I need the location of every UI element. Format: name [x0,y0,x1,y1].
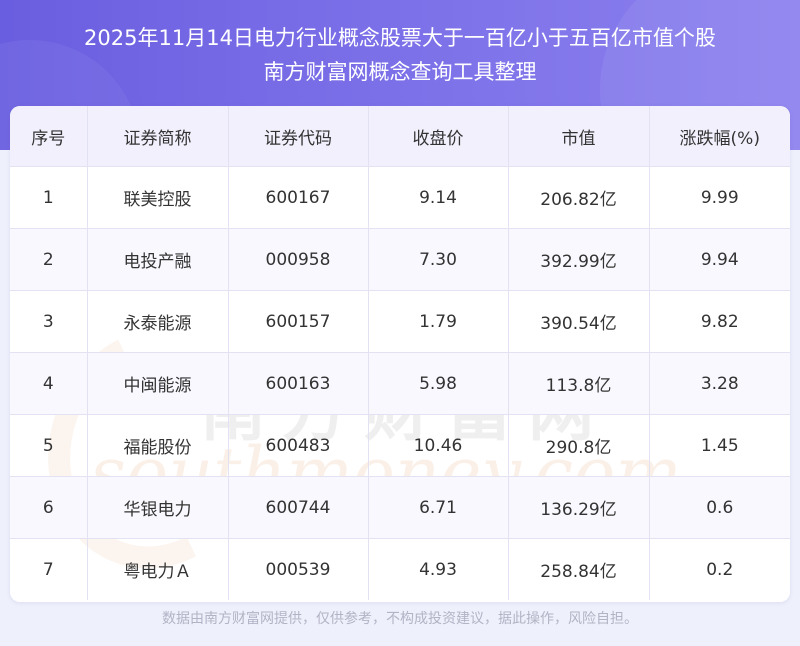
cell-code: 600744 [228,476,369,539]
table-row: 2 电投产融 000958 7.30 392.99亿 9.94 [10,228,790,291]
cell-name: 中闽能源 [87,352,229,415]
cell-change: 0.2 [706,559,734,580]
cell-close: 4.93 [368,538,509,600]
cell-name: 华银电力 [87,476,229,539]
page-title: 2025年11月14日电力行业概念股票大于一百亿小于五百亿市值个股 [84,26,716,50]
cell-market-cap: 290.8亿 [508,414,650,477]
cell-market-cap: 258.84亿 [508,538,650,600]
cell-market-cap: 136.29亿 [508,476,650,539]
cell-code: 600167 [228,166,369,229]
cell-close: 7.30 [368,228,509,291]
cell-index: 7 [10,538,88,600]
column-header-code: 证券代码 [228,106,369,167]
cell-index: 5 [10,414,88,477]
cell-index: 6 [10,476,88,539]
cell-close: 1.79 [368,290,509,353]
cell-code: 600483 [228,414,369,477]
cell-change: 9.94 [649,228,790,291]
table-header-row: 序号 证券简称 证券代码 收盘价 市值 涨跌幅(%) [10,106,790,167]
cell-index: 4 [10,352,88,415]
table-row: 1 联美控股 600167 9.14 206.82亿 9.99 [10,166,790,229]
column-header-close: 收盘价 [368,106,509,167]
cell-close: 9.14 [368,166,509,229]
cell-name: 粤电力Ａ [87,538,229,600]
cell-change: 9.99 [649,166,790,229]
cell-close: 10.46 [368,414,509,477]
table-row: 5 福能股份 600483 10.46 290.8亿 1.45 [10,414,790,477]
cell-change: 0.6 [649,476,790,539]
column-header-market-cap: 市值 [508,106,650,167]
cell-market-cap: 390.54亿 [508,290,650,353]
table-row: 3 永泰能源 600157 1.79 390.54亿 9.82 [10,290,790,353]
table-row: 7 粤电力Ａ 000539 4.93 258.84亿 0.2 [10,538,790,600]
cell-change: 3.28 [649,352,790,415]
table-row: 4 中闽能源 600163 5.98 113.8亿 3.28 [10,352,790,415]
cell-code: 000958 [228,228,369,291]
cell-code: 000539 [228,538,369,600]
cell-code: 600157 [228,290,369,353]
column-header-change: 涨跌幅(%) [649,106,790,167]
cell-change: 1.45 [649,414,790,477]
cell-close: 6.71 [368,476,509,539]
cell-market-cap: 392.99亿 [508,228,650,291]
column-header-index: 序号 [10,106,88,167]
cell-index: 2 [10,228,88,291]
cell-name: 电投产融 [87,228,229,291]
cell-change: 9.82 [649,290,790,353]
cell-name: 联美控股 [87,166,229,229]
stock-table-card: 南方财富网 southmoney.com 序号 证券简称 证券代码 收盘价 市值… [10,106,790,602]
cell-name: 福能股份 [87,414,229,477]
table-row: 6 华银电力 600744 6.71 136.29亿 0.6 [10,476,790,539]
cell-close: 5.98 [368,352,509,415]
cell-name: 永泰能源 [87,290,229,353]
cell-code: 600163 [228,352,369,415]
cell-index: 1 [10,166,88,229]
column-header-name: 证券简称 [87,106,229,167]
stock-table: 序号 证券简称 证券代码 收盘价 市值 涨跌幅(%) 1 联美控股 600167… [10,106,790,600]
page-subtitle: 南方财富网概念查询工具整理 [263,60,537,84]
footer-disclaimer: 数据由南方财富网提供，仅供参考，不构成投资建议，据此操作，风险自担。 [162,611,638,627]
cell-index: 3 [10,290,88,353]
cell-market-cap: 206.82亿 [508,166,650,229]
cell-market-cap: 113.8亿 [508,352,650,415]
